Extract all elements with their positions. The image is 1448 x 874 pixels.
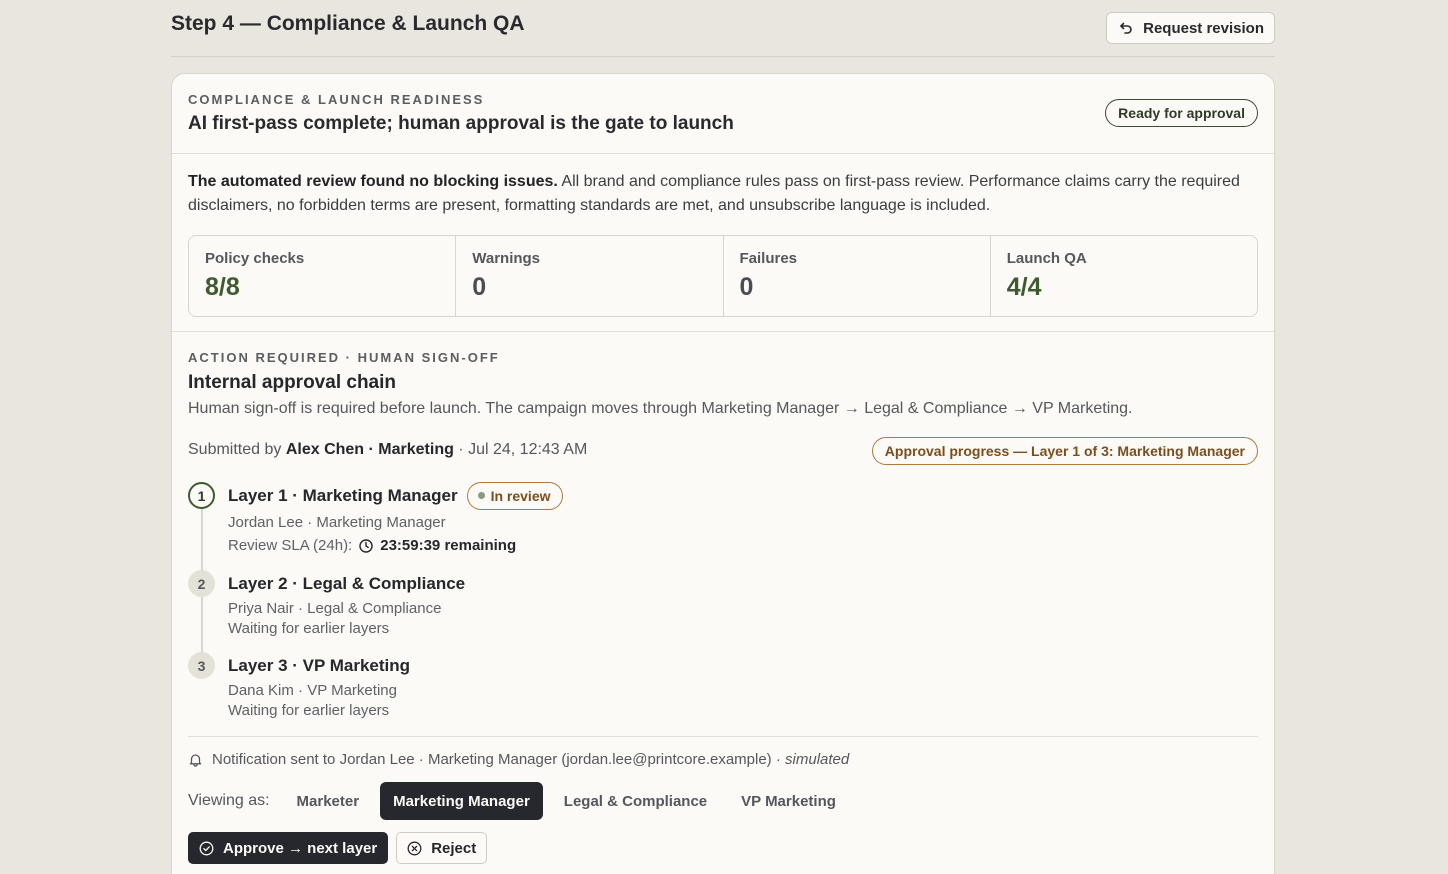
notification-simulated: · simulated xyxy=(771,751,850,768)
approval-progress-badge: Approval progress — Layer 1 of 3: Market… xyxy=(871,437,1258,465)
stat-label: Warnings xyxy=(472,250,541,267)
summary-text: The automated review found no blocking i… xyxy=(188,170,1258,218)
request-revision-label: Request revision xyxy=(1143,19,1264,37)
submitted-by: Alex Chen · Marketing xyxy=(285,441,454,458)
clock-icon xyxy=(359,538,373,553)
role-tab-vp-marketing[interactable]: VP Marketing xyxy=(728,782,849,820)
layer-title: Layer 3 · VP Marketing xyxy=(228,655,411,675)
layer-number: 1 xyxy=(188,482,215,509)
role-tab-marketer[interactable]: Marketer xyxy=(284,782,373,820)
stat-value: 4/4 xyxy=(1006,273,1042,301)
stat-value: 8/8 xyxy=(205,273,240,301)
approval-actions: Approve → next layer Reject xyxy=(188,832,1258,864)
notification-notice: Notification sent to Jordan Lee · Market… xyxy=(188,736,1258,768)
submitted-time: · Jul 24, 12:43 AM xyxy=(453,441,588,458)
stat-value: 0 xyxy=(472,273,487,301)
approval-layers: 1 Layer 1 · Marketing Manager In review … xyxy=(188,481,1258,719)
role-tab-marketing-manager[interactable]: Marketing Manager xyxy=(380,782,543,820)
approve-button[interactable]: Approve → next layer xyxy=(188,832,389,864)
layer-number: 2 xyxy=(188,570,215,597)
layer-title: Layer 2 · Legal & Compliance xyxy=(228,573,466,593)
notification-message: Notification sent to Jordan Lee · Market… xyxy=(212,751,772,768)
compliance-card: COMPLIANCE & LAUNCH READINESS AI first-p… xyxy=(171,73,1275,874)
status-dot-icon xyxy=(477,492,485,499)
readiness-title: AI first-pass complete; human approval i… xyxy=(188,113,734,134)
undo-icon xyxy=(1119,21,1133,35)
layer-title: Layer 1 · Marketing Manager xyxy=(228,485,458,505)
viewing-as-switcher: Viewing as: Marketer Marketing Manager L… xyxy=(188,782,1258,820)
card-header: COMPLIANCE & LAUNCH READINESS AI first-p… xyxy=(172,74,1274,154)
layer-item-1: 1 Layer 1 · Marketing Manager In review … xyxy=(188,481,1258,570)
submitted-prefix: Submitted by xyxy=(188,441,286,458)
stat-failures: Failures 0 xyxy=(724,236,991,316)
page-title: Step 4 — Compliance & Launch QA xyxy=(171,12,525,35)
role-tab-legal-compliance[interactable]: Legal & Compliance xyxy=(551,782,720,820)
layer-sla: Review SLA (24h): 23:59:39 remaining xyxy=(228,537,1258,554)
layer-item-2: 2 Layer 2 · Legal & Compliance Priya Nai… xyxy=(188,570,1258,652)
layer-status: Waiting for earlier layers xyxy=(228,702,390,719)
notification-text: Notification sent to Jordan Lee · Market… xyxy=(212,751,849,768)
submitted-row: Submitted by Alex Chen · Marketing · Jul… xyxy=(188,437,1258,465)
stat-warnings: Warnings 0 xyxy=(456,236,724,316)
request-revision-button[interactable]: Request revision xyxy=(1106,12,1275,44)
in-review-badge: In review xyxy=(466,481,563,510)
review-summary: The automated review found no blocking i… xyxy=(172,154,1274,332)
ready-status-badge: Ready for approval xyxy=(1105,99,1258,127)
layer-number: 3 xyxy=(188,652,215,679)
readiness-eyebrow: COMPLIANCE & LAUNCH READINESS xyxy=(188,92,485,107)
x-circle-icon xyxy=(407,841,422,856)
stat-label: Policy checks xyxy=(205,250,305,267)
submitted-info: Submitted by Alex Chen · Marketing · Jul… xyxy=(188,441,587,459)
viewing-as-label: Viewing as: xyxy=(188,792,270,809)
layer-item-3: 3 Layer 3 · VP Marketing Dana Kim · VP M… xyxy=(188,652,1258,719)
check-circle-icon xyxy=(199,841,214,856)
stat-policy-checks: Policy checks 8/8 xyxy=(189,236,457,316)
stat-value: 0 xyxy=(739,273,754,301)
page-header: Step 4 — Compliance & Launch QA Request … xyxy=(171,0,1275,57)
stat-label: Launch QA xyxy=(1006,250,1087,267)
layer-title-row: Layer 1 · Marketing Manager In review xyxy=(228,481,1258,510)
approval-section: ACTION REQUIRED · HUMAN SIGN-OFF Interna… xyxy=(172,332,1274,864)
page-wrapper: Step 4 — Compliance & Launch QA Request … xyxy=(171,0,1275,874)
reject-button[interactable]: Reject xyxy=(396,832,488,864)
layer-person: Jordan Lee · Marketing Manager xyxy=(228,514,446,531)
stat-launch-qa: Launch QA 4/4 xyxy=(991,236,1257,316)
summary-bold: The automated review found no blocking i… xyxy=(188,173,558,190)
approval-title: Internal approval chain xyxy=(188,372,396,393)
layer-person: Dana Kim · VP Marketing xyxy=(228,682,397,699)
approve-label: Approve → next layer xyxy=(223,839,378,857)
layer-person: Priya Nair · Legal & Compliance xyxy=(228,600,442,617)
approval-eyebrow: ACTION REQUIRED · HUMAN SIGN-OFF xyxy=(188,350,500,365)
approval-description: Human sign-off is required before launch… xyxy=(188,400,1133,417)
stat-label: Failures xyxy=(739,250,798,267)
in-review-label: In review xyxy=(490,487,551,504)
sla-label: Review SLA (24h): xyxy=(228,537,353,554)
stats-grid: Policy checks 8/8 Warnings 0 Failures 0 … xyxy=(188,235,1258,317)
reject-label: Reject xyxy=(431,839,477,857)
sla-remaining: 23:59:39 remaining xyxy=(380,537,517,554)
bell-icon xyxy=(188,752,203,767)
layer-status: Waiting for earlier layers xyxy=(228,620,390,637)
